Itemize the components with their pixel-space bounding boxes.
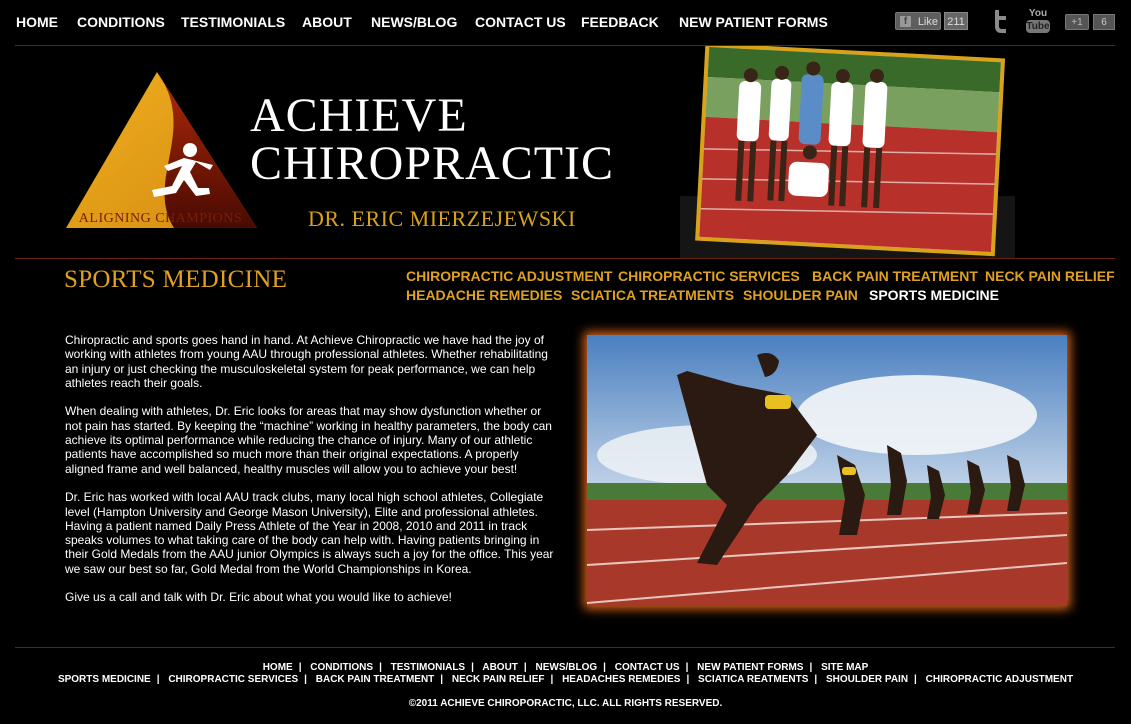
twitter-icon[interactable] [990,8,1010,34]
footer-separator: | [156,674,160,685]
article-paragraph: Chiropractic and sports goes hand in han… [65,333,548,390]
service-sports-medicine[interactable]: SPORTS MEDICINE [869,287,999,303]
article-paragraph: Give us a call and talk with Dr. Eric ab… [65,590,452,605]
doctor-name: DR. ERIC MIERZEJEWSKI [308,206,576,231]
footer-link-neck-pain-relief[interactable]: NECK PAIN RELIEF [452,674,545,685]
footer-link-news-blog[interactable]: NEWS/BLOG [536,662,598,673]
footer-link-site-map[interactable]: SITE MAP [821,662,868,673]
nav-home[interactable]: HOME [16,14,58,30]
footer-link-chiropractic-services[interactable]: CHIROPRACTIC SERVICES [168,674,298,685]
nav-news-blog[interactable]: NEWS/BLOG [371,14,457,30]
footer-divider [15,647,1115,648]
footer-separator: | [298,662,302,673]
youtube-you-text: You [1028,8,1048,19]
service-chiropractic-adjustment[interactable]: CHIROPRACTIC ADJUSTMENT [406,268,612,284]
footer-separator: | [914,674,917,685]
logo-triangle [66,72,257,228]
service-back-pain-treatment[interactable]: BACK PAIN TREATMENT [812,268,978,284]
footer-separator: | [814,674,818,685]
facebook-like-count: 211 [944,12,968,30]
footer-separator: | [809,662,813,673]
page-title: SPORTS MEDICINE [64,266,288,293]
service-sciatica-treatments[interactable]: SCIATICA TREATMENTS [571,287,734,303]
youtube-icon[interactable]: You Tube [1026,8,1050,34]
facebook-like-button[interactable]: f Like 211 [895,10,972,32]
footer-link-chiropractic-adjustment[interactable]: CHIROPRACTIC ADJUSTMENT [926,674,1073,685]
footer-separator: | [603,662,606,673]
google-plus-count: 6 [1093,14,1115,30]
nav-new-patient-forms[interactable]: NEW PATIENT FORMS [679,14,828,30]
footer-link-sciatica-treatments[interactable]: SCIATICA REATMENTS [698,674,808,685]
footer-link-conditions[interactable]: CONDITIONS [310,662,373,673]
footer-nav-services: SPORTS MEDICINE | CHIROPRACTIC SERVICES | … [0,674,1131,685]
twitter-glyph-icon [995,10,1006,33]
nav-contact-us[interactable]: CONTACT US [475,14,566,30]
service-neck-pain-relief[interactable]: NECK PAIN RELIEF [985,268,1115,284]
sprinters-photo [587,335,1067,606]
footer-separator: | [471,662,474,673]
footer-separator: | [440,674,444,685]
google-plus-button[interactable]: +1 6 [1065,14,1115,30]
service-headache-remedies[interactable]: HEADACHE REMEDIES [406,287,562,303]
footer-separator: | [685,662,689,673]
article-paragraph: Dr. Eric has worked with local AAU track… [65,490,554,576]
footer-link-shoulder-pain[interactable]: SHOULDER PAIN [826,674,908,685]
logo-tagline: ALIGNING CHAMPIONS [78,211,243,226]
footer-link-home[interactable]: HOME [263,662,293,673]
article-paragraph: When dealing with athletes, Dr. Eric loo… [65,404,552,476]
footer-link-about[interactable]: ABOUT [482,662,518,673]
article-body: Chiropractic and sports goes hand in han… [65,333,555,619]
copyright: ©2011 ACHIEVE CHIROPORACTIC, LLC. ALL RI… [408,698,723,709]
nav-about[interactable]: ABOUT [302,14,352,30]
footer-separator: | [523,662,527,673]
footer-separator: | [304,674,307,685]
footer-separator: | [379,662,382,673]
nav-feedback[interactable]: FEEDBACK [581,14,659,30]
nav-testimonials[interactable]: TESTIMONIALS [181,14,285,30]
facebook-like-label: f Like [895,12,941,30]
facebook-icon: f [900,16,911,27]
team-photo [680,46,1015,258]
footer-link-new-patient-forms[interactable]: NEW PATIENT FORMS [697,662,803,673]
section-divider [15,258,1115,259]
youtube-tube-text: Tube [1026,20,1050,33]
nav-conditions[interactable]: CONDITIONS [77,14,165,30]
footer-link-back-pain-treatment[interactable]: BACK PAIN TREATMENT [316,674,435,685]
facebook-like-text: Like [917,16,938,28]
brand-title-line1: ACHIEVE [250,89,468,142]
footer-nav-primary: HOME | CONDITIONS | TESTIMONIALS | ABOUT | N… [0,662,1131,673]
footer-link-headaches-remedies[interactable]: HEADACHES REMEDIES [562,674,680,685]
footer-link-sports-medicine[interactable]: SPORTS MEDICINE [58,674,151,685]
google-plus-icon: +1 [1065,14,1089,30]
footer-separator: | [686,674,690,685]
service-shoulder-pain[interactable]: SHOULDER PAIN [743,287,858,303]
footer-link-testimonials[interactable]: TESTIMONIALS [391,662,465,673]
footer-separator: | [550,674,554,685]
service-chiropractic-services[interactable]: CHIROPRACTIC SERVICES [618,268,800,284]
brand-title-line2: CHIROPRACTIC [250,137,615,190]
footer-link-contact-us[interactable]: CONTACT US [615,662,680,673]
